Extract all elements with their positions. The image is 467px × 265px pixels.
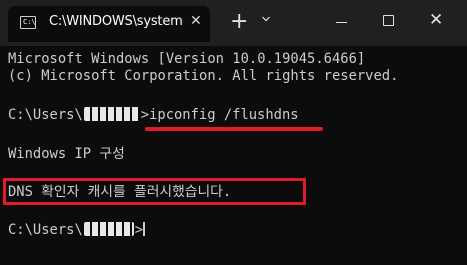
terminal-tab[interactable]: C:\ C:\WINDOWS\system ✕: [8, 6, 210, 42]
copyright-line: (c) Microsoft Corporation. All rights re…: [8, 68, 399, 84]
output-header-line: Windows IP 구성: [8, 146, 125, 162]
result-box-highlight: [3, 178, 306, 205]
tab-icon-label: C:\: [23, 18, 36, 26]
command-underline-highlight: [145, 127, 323, 131]
title-bar: C:\ C:\WINDOWS\system ✕ + ✕: [0, 0, 467, 46]
redacted-username: [83, 107, 140, 121]
tab-title: C:\WINDOWS\system: [49, 14, 183, 29]
new-tab-icon[interactable]: +: [230, 10, 248, 34]
minimize-icon[interactable]: [336, 22, 347, 23]
prompt-symbol: >: [134, 222, 144, 238]
maximize-icon[interactable]: [383, 15, 394, 26]
redacted-username: [83, 222, 134, 236]
command-text: ipconfig /flushdns: [149, 107, 299, 123]
command-prompt-icon: C:\: [20, 16, 36, 29]
version-line: Microsoft Windows [Version 10.0.19045.64…: [8, 51, 366, 67]
prompt-path: C:\Users\: [8, 222, 83, 238]
prompt-line-2: C:\Users\ >: [8, 222, 146, 238]
close-tab-icon[interactable]: ✕: [190, 13, 202, 29]
prompt-symbol: >: [140, 107, 150, 123]
text-cursor: [143, 222, 146, 236]
prompt-line-1: C:\Users\ >ipconfig /flushdns: [8, 107, 299, 123]
chevron-down-icon[interactable]: [262, 15, 270, 23]
close-window-icon[interactable]: ✕: [429, 10, 443, 30]
prompt-path: C:\Users\: [8, 107, 83, 123]
terminal-output[interactable]: Microsoft Windows [Version 10.0.19045.64…: [0, 46, 467, 265]
